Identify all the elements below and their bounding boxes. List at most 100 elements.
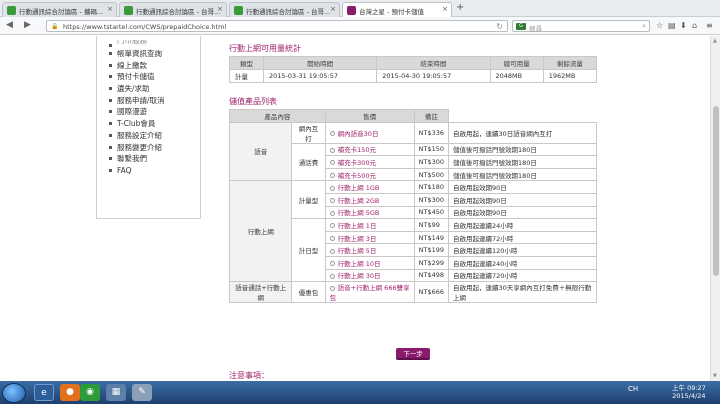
scroll-up-icon[interactable]: ▲ [713, 38, 717, 44]
radio-button[interactable] [329, 210, 335, 216]
taskbar-clock[interactable]: 上午 09:27 2015/4/24 [672, 384, 706, 400]
product-option[interactable]: 行動上網 3日 [324, 230, 415, 245]
sidebar-item[interactable]: 聯繫我們 [109, 153, 200, 165]
line-app-icon[interactable]: ◉ [80, 384, 100, 401]
ie-icon[interactable]: e [34, 384, 54, 401]
product-option[interactable]: 行動上網 5GB [324, 205, 415, 220]
sidebar-item[interactable]: 國際漫遊 [109, 106, 200, 118]
radio-button[interactable] [329, 236, 335, 242]
tab-close-icon[interactable]: × [107, 5, 113, 13]
product-row: 語音 網內互打 網內語音30日 NT$336 自啟用起，連續30日語音網內互打 [228, 121, 597, 182]
product-price: NT$336 [413, 121, 450, 144]
usage-cell: 1962MB [542, 69, 598, 83]
menu-icon[interactable]: ≡ [706, 21, 713, 30]
product-note: 儲值後可撥話門號效期180日 [448, 167, 597, 182]
product-subcategory: 網內互打 [291, 121, 326, 144]
tab-4[interactable]: 台灣之星 - 預付卡儲值 × [342, 2, 452, 17]
search-box[interactable]: G 搜尋 ⌕ [512, 20, 650, 33]
sidebar-item[interactable]: 遺失/求助 [109, 83, 200, 95]
product-option[interactable]: 行動上網 5日 [324, 243, 415, 257]
product-option[interactable]: 行動上網 30日 [324, 268, 415, 283]
tab-favicon-icon [124, 6, 133, 15]
calculator-icon[interactable]: ▦ [106, 384, 126, 401]
reading-list-icon[interactable]: ▤ [668, 21, 676, 30]
reload-icon[interactable]: ↻ [496, 22, 503, 31]
radio-button[interactable] [329, 160, 335, 166]
back-arrow-icon[interactable]: ◀ [6, 20, 13, 30]
tray-language[interactable]: CH [628, 385, 638, 393]
sidebar-item[interactable]: 服務設定介紹 [109, 130, 200, 142]
new-tab-button[interactable]: + [456, 2, 464, 13]
usage-table: 類型 開始時間 結束時間 總可用量 剩餘流量 計量 2015-03-31 19:05:57… [229, 56, 598, 83]
radio-button[interactable] [329, 285, 335, 291]
scroll-down-icon[interactable]: ▼ [713, 373, 717, 379]
sidebar-item[interactable]: 服務申請/取消 [109, 95, 200, 107]
tab-close-icon[interactable]: × [442, 5, 448, 13]
radio-button[interactable] [329, 185, 335, 191]
product-option[interactable]: 語音+行動上網 666雙享包 [324, 281, 415, 304]
product-option[interactable]: 行動上網 1GB [324, 180, 415, 194]
tab-title: 行動通訊綜合討論區 - 台哥... [136, 8, 221, 16]
star-icon[interactable]: ☆ [656, 21, 663, 30]
download-icon[interactable]: ⬇ [680, 21, 687, 30]
sidebar-item[interactable]: 帳單資訊查詢 [109, 48, 200, 60]
clock-time: 上午 09:27 [672, 384, 706, 392]
sidebar-item[interactable]: 服務變更介紹 [109, 142, 200, 154]
product-header-cell: 備註 [413, 109, 450, 123]
radio-button[interactable] [329, 248, 335, 254]
sidebar-item[interactable]: 線上繳款 [109, 60, 200, 72]
firefox-icon[interactable]: ● [60, 384, 80, 401]
tab-favicon-icon [234, 6, 243, 15]
lock-icon: 🔒 [51, 23, 59, 30]
radio-button[interactable] [329, 147, 335, 153]
tab-favicon-icon [7, 6, 16, 15]
forward-arrow-icon[interactable]: ▶ [24, 20, 31, 30]
product-subcategory: 優惠包 [291, 281, 326, 304]
product-price: NT$199 [413, 243, 450, 257]
product-category: 行動上網 [228, 180, 293, 283]
sidebar-item[interactable]: FAQ [109, 165, 200, 177]
tab-3[interactable]: 行動通訊綜合討論區 - 台哥... × [229, 2, 340, 17]
product-note: 自啟用起連續72小時 [448, 230, 597, 245]
product-option[interactable]: 補充卡300元 [324, 155, 415, 169]
product-option[interactable]: 行動上網 10日 [324, 255, 415, 270]
sidebar-item[interactable]: 預付卡儲值 [109, 71, 200, 83]
product-name: 補充卡500元 [337, 171, 377, 180]
products-table: 產品內容 售價 備註 語音 網內互打 網內語音30日 NT$336 自啟用起，連續30日語音… [228, 109, 597, 304]
radio-button[interactable] [329, 198, 335, 204]
product-row: 語音通話+行動上網 優惠包 語音+行動上網 666雙享包 NT$666 自啟用起，連續3… [228, 281, 597, 304]
radio-button[interactable] [329, 261, 335, 267]
tab-2[interactable]: 行動通訊綜合討論區 - 台哥... × [119, 2, 227, 17]
next-step-button[interactable]: 下一步 [396, 348, 430, 360]
product-note: 儲值後可撥話門號效期180日 [448, 142, 597, 157]
product-header-cell: 產品內容 [229, 109, 326, 123]
usage-header-cell: 開始時間 [262, 56, 378, 70]
sidebar-item[interactable]: 門市服務 [109, 40, 200, 48]
tab-favicon-icon [347, 6, 356, 15]
tab-close-icon[interactable]: × [217, 5, 223, 13]
paint-icon[interactable]: ✎ [132, 384, 152, 401]
radio-button[interactable] [329, 173, 335, 179]
product-note: 自啟用起效期90日 [448, 205, 597, 220]
product-option[interactable]: 補充卡500元 [324, 167, 415, 182]
sidebar-item[interactable]: T-Club會員 [109, 118, 200, 130]
radio-button[interactable] [329, 223, 335, 229]
scrollbar-thumb[interactable] [713, 106, 719, 276]
address-bar[interactable]: 🔒 https://www.tstartel.com/CWS/prepaidCh… [46, 20, 508, 32]
product-name: 行動上網 1GB [337, 184, 380, 193]
product-option[interactable]: 補充卡150元 [324, 142, 415, 157]
product-option[interactable]: 行動上網 2GB [324, 192, 415, 207]
tab-close-icon[interactable]: × [330, 5, 336, 13]
product-option[interactable]: 網內語音30日 [324, 121, 415, 144]
taskbar: e ● ◉ ▦ ✎ CH 上午 09:27 2015/4/24 [0, 381, 720, 404]
radio-button[interactable] [329, 131, 335, 137]
tab-1[interactable]: 行動通訊綜合討論區 - 攜碼... × [2, 2, 117, 17]
start-button[interactable] [2, 383, 26, 403]
product-note: 自啟用起連續120小時 [448, 243, 597, 257]
magnifier-icon[interactable]: ⌕ [642, 22, 646, 31]
home-icon[interactable]: ⌂ [692, 21, 697, 30]
radio-button[interactable] [329, 273, 335, 279]
vertical-scrollbar[interactable]: ▲ ▼ [710, 36, 720, 381]
product-option[interactable]: 行動上網 1日 [324, 218, 415, 232]
url-text: https://www.tstartel.com/CWS/prepaidChoi… [63, 23, 227, 31]
